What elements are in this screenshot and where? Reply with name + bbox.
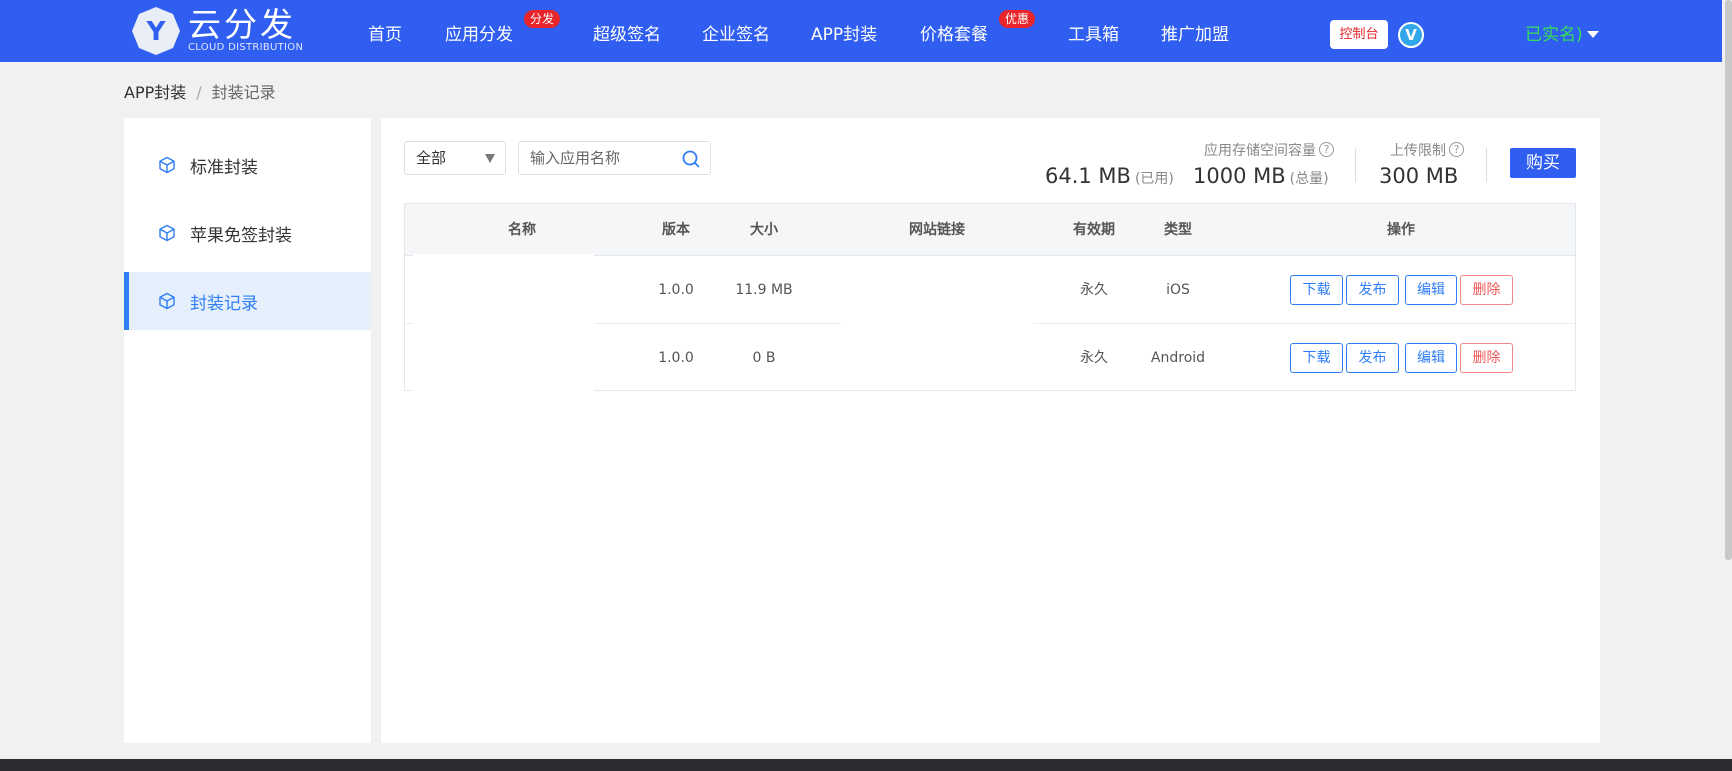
- cell-size: 11.9 MB: [735, 282, 793, 298]
- nav-app-packaging[interactable]: APP封装: [811, 0, 877, 62]
- brand-logo[interactable]: Y 云分发 CLOUD DISTRIBUTION: [130, 5, 303, 57]
- cell-type: iOS: [1166, 282, 1190, 298]
- col-header-type: 类型: [1164, 222, 1192, 238]
- upload-limit-value: 300 MB: [1379, 164, 1459, 188]
- breadcrumb-current: 封装记录: [211, 83, 276, 102]
- upload-limit-label: 上传限制?: [1390, 140, 1464, 160]
- search-box: [518, 141, 711, 175]
- sidebar: 标准封装 苹果免签封装 封装记录: [124, 118, 371, 743]
- app-name-search-input[interactable]: [530, 142, 680, 174]
- nav-enterprise-signature[interactable]: 企业签名: [702, 0, 770, 62]
- cell-version: 1.0.0: [658, 282, 694, 298]
- brand-tagline: CLOUD DISTRIBUTION: [188, 42, 304, 53]
- table-header: 名称 版本 大小 网站链接 有效期 类型 操作: [405, 204, 1575, 256]
- help-icon[interactable]: ?: [1449, 142, 1464, 157]
- nav-app-distribution[interactable]: 应用分发: [445, 0, 513, 62]
- nav-affiliate[interactable]: 推广加盟: [1161, 0, 1229, 62]
- nav-badge-discount: 优惠: [999, 10, 1036, 28]
- sidebar-item-label: 苹果免签封装: [190, 225, 292, 246]
- cell-validity: 永久: [1080, 282, 1108, 298]
- publish-button[interactable]: 发布: [1346, 275, 1399, 305]
- brand-name: 云分发: [188, 5, 296, 44]
- nav-toolbox[interactable]: 工具箱: [1068, 0, 1119, 62]
- storage-total: 1000 MB (总量): [1193, 164, 1329, 188]
- cube-icon: [159, 292, 175, 310]
- storage-capacity-label: 应用存储空间容量?: [1204, 140, 1334, 160]
- sidebar-item-packaging-records[interactable]: 封装记录: [124, 272, 371, 330]
- nav-super-signature[interactable]: 超级签名: [593, 0, 661, 62]
- breadcrumb-separator: /: [196, 83, 202, 102]
- delete-button[interactable]: 删除: [1460, 343, 1513, 373]
- sidebar-item-standard-packaging[interactable]: 标准封装: [124, 136, 371, 194]
- col-header-size: 大小: [750, 222, 778, 238]
- cube-icon: [159, 224, 175, 242]
- delete-button[interactable]: 删除: [1460, 275, 1513, 305]
- logo-badge-icon: Y: [130, 5, 182, 57]
- search-icon[interactable]: [681, 149, 701, 169]
- select-caret-icon: [485, 154, 495, 163]
- publish-button[interactable]: 发布: [1346, 343, 1399, 373]
- col-header-validity: 有效期: [1073, 222, 1115, 238]
- storage-total-value: 1000 MB: [1193, 164, 1286, 188]
- footer-bar: [0, 759, 1732, 771]
- download-button[interactable]: 下载: [1290, 275, 1343, 305]
- help-icon[interactable]: ?: [1319, 142, 1334, 157]
- breadcrumb-root[interactable]: APP封装: [124, 83, 186, 102]
- nav-home[interactable]: 首页: [368, 0, 402, 62]
- type-filter-value: 全部: [416, 149, 447, 167]
- buy-button[interactable]: 购买: [1510, 148, 1576, 178]
- col-header-version: 版本: [662, 222, 690, 238]
- cell-size: 0 B: [752, 350, 776, 366]
- cube-icon: [159, 156, 175, 174]
- user-menu-caret-icon[interactable]: [1587, 31, 1599, 38]
- storage-capacity-label-text: 应用存储空间容量: [1204, 143, 1316, 159]
- nav-badge-distribution: 分发: [524, 10, 561, 28]
- sidebar-item-label: 标准封装: [190, 157, 258, 178]
- user-realname-status[interactable]: 已实名): [1525, 0, 1583, 62]
- storage-used: 64.1 MB (已用): [1045, 164, 1174, 188]
- logo-letter: Y: [146, 17, 167, 47]
- vip-v-icon[interactable]: V: [1398, 22, 1424, 48]
- cell-type: Android: [1150, 350, 1206, 366]
- redacted-link-cell: [841, 258, 1033, 324]
- type-filter-select[interactable]: 全部: [404, 141, 506, 175]
- edit-button[interactable]: 编辑: [1405, 275, 1457, 305]
- breadcrumb: APP封装 / 封装记录: [124, 79, 276, 103]
- redacted-name-cell: [413, 254, 594, 391]
- top-navbar: Y 云分发 CLOUD DISTRIBUTION 首页 应用分发 分发 超级签名…: [0, 0, 1732, 62]
- download-button[interactable]: 下载: [1290, 343, 1343, 373]
- records-table: 名称 版本 大小 网站链接 有效期 类型 操作 1.0.0 11.9 MB 永久…: [404, 203, 1576, 391]
- stats-divider: [1486, 148, 1487, 182]
- sidebar-item-label: 封装记录: [190, 293, 258, 314]
- page-scrollbar-thumb[interactable]: [1725, 0, 1732, 560]
- records-panel: 全部 应用存储空间容量? 64.1 MB(已用) 1000 MB(总量) 上传限…: [381, 118, 1600, 743]
- stats-divider: [1355, 148, 1356, 182]
- col-header-ops: 操作: [1387, 222, 1415, 238]
- col-header-link: 网站链接: [909, 222, 965, 238]
- col-header-name: 名称: [508, 222, 536, 238]
- nav-pricing[interactable]: 价格套餐: [920, 0, 988, 62]
- edit-button[interactable]: 编辑: [1405, 343, 1457, 373]
- cell-validity: 永久: [1080, 350, 1108, 366]
- sidebar-item-apple-free-packaging[interactable]: 苹果免签封装: [124, 204, 371, 262]
- upload-limit-label-text: 上传限制: [1390, 143, 1446, 159]
- storage-used-value: 64.1 MB: [1045, 164, 1131, 188]
- console-button[interactable]: 控制台: [1330, 20, 1388, 49]
- storage-used-unit: (已用): [1134, 171, 1174, 187]
- storage-total-unit: (总量): [1289, 171, 1329, 187]
- cell-version: 1.0.0: [658, 350, 694, 366]
